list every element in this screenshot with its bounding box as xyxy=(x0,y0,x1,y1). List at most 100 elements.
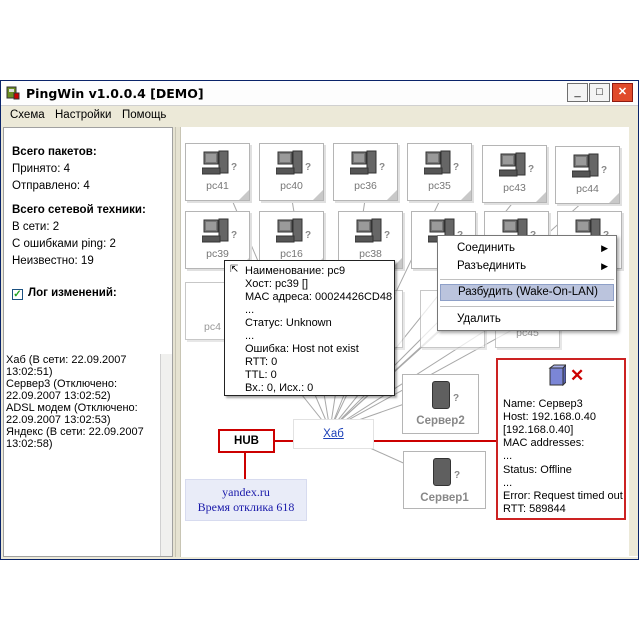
submenu-arrow-icon: ▶ xyxy=(601,243,608,253)
devices-errors: С ошибками ping: 2 xyxy=(12,238,116,250)
node-label: Сервер2 xyxy=(416,415,465,427)
computer-icon xyxy=(355,218,382,243)
packets-heading: Всего пакетов: xyxy=(12,146,97,158)
info-line: Status: Offline xyxy=(503,464,572,476)
unknown-status-icon: ? xyxy=(601,165,608,176)
log-heading: Лог изменений: xyxy=(28,287,117,299)
unknown-status-icon: ? xyxy=(453,162,460,173)
node-pc41[interactable]: ? pc41 xyxy=(185,143,250,201)
log-checkbox[interactable]: ✓ xyxy=(12,289,23,300)
log-entry: Яндекс (В сети: 22.09.2007 xyxy=(6,426,144,438)
tooltip-line: TTL: 0 xyxy=(245,369,277,381)
menu-item-disconnect[interactable]: Разъединить ▶ xyxy=(440,258,614,275)
unknown-status-icon: ? xyxy=(454,470,461,481)
minimize-button[interactable]: _ xyxy=(567,83,588,102)
node-pc43[interactable]: ? pc43 xyxy=(482,145,547,203)
computer-icon xyxy=(350,150,377,175)
computer-icon xyxy=(499,152,526,177)
maximize-button[interactable]: □ xyxy=(589,83,610,102)
close-button[interactable]: ✕ xyxy=(612,83,633,102)
server-offline-icon xyxy=(548,364,566,386)
window-title: PingWin v1.0.0.4 [DEMO] xyxy=(26,86,204,101)
computer-icon xyxy=(276,218,303,243)
menu-settings[interactable]: Настройки xyxy=(55,109,111,121)
info-line: Name: Сервер3 xyxy=(503,398,583,410)
resize-corner xyxy=(387,190,397,200)
menu-item-wake-on-lan[interactable]: Разбудить (Wake-On-LAN) xyxy=(440,284,614,301)
computer-icon xyxy=(202,218,229,243)
resize-corner xyxy=(536,192,546,202)
node-tooltip: ⇱ Наименование: pc9 Хост: pc39 [] MAC ад… xyxy=(224,260,395,396)
yandex-node[interactable]: yandex.ru Время отклика 618 xyxy=(185,479,307,521)
unknown-status-icon: ? xyxy=(231,230,238,241)
resize-corner xyxy=(609,193,619,203)
info-line: RTT: 589844 xyxy=(503,503,566,515)
log-entry: Сервер3 (Отключено: xyxy=(6,378,118,390)
menu-scheme[interactable]: Схема xyxy=(10,109,45,121)
server3-info-panel[interactable]: ✕ Name: Сервер3 Host: 192.168.0.40 [192.… xyxy=(496,358,626,520)
menu-item-label: Разбудить (Wake-On-LAN) xyxy=(458,286,598,298)
info-line: Error: Request timed out xyxy=(503,490,623,502)
menu-item-label: Удалить xyxy=(457,313,501,325)
resize-corner xyxy=(313,190,323,200)
log-entry: 22.09.2007 13:02:53) xyxy=(6,414,111,426)
hub-node-link[interactable]: Хаб xyxy=(293,419,374,449)
menu-item-delete[interactable]: Удалить xyxy=(440,311,614,328)
log-list[interactable]: Хаб (В сети: 22.09.2007 13:02:51) Сервер… xyxy=(4,354,160,450)
panel-splitter[interactable] xyxy=(173,127,181,557)
info-line: Host: 192.168.0.40 xyxy=(503,411,596,423)
node-server2[interactable]: ? Сервер2 xyxy=(402,374,479,434)
packets-sent: Отправлено: 4 xyxy=(12,180,90,192)
log-entry: 13:02:58) xyxy=(6,438,53,450)
context-menu: Соединить ▶ Разъединить ▶ Разбудить (Wak… xyxy=(437,235,617,331)
node-server1[interactable]: ? Сервер1 xyxy=(403,451,486,509)
server-icon xyxy=(433,458,451,486)
app-icon xyxy=(6,86,20,100)
tooltip-line: Ошибка: Host not exist xyxy=(245,343,359,355)
node-pc44[interactable]: ? pc44 xyxy=(555,146,620,204)
computer-icon xyxy=(572,153,599,178)
packets-received: Принято: 4 xyxy=(12,163,70,175)
menu-help[interactable]: Помощь xyxy=(122,109,166,121)
log-entry: ADSL модем (Отключено: xyxy=(6,402,138,414)
node-label: Сервер1 xyxy=(420,492,469,504)
menu-separator xyxy=(440,306,614,307)
tooltip-line: Наименование: pc9 xyxy=(245,265,346,277)
node-pc40[interactable]: ? pc40 xyxy=(259,143,324,201)
cursor-icon: ⇱ xyxy=(230,264,239,275)
info-line: MAC addresses: xyxy=(503,437,585,449)
unknown-status-icon: ? xyxy=(305,230,312,241)
devices-heading: Всего сетевой техники: xyxy=(12,204,146,216)
unknown-status-icon: ? xyxy=(453,393,460,404)
tooltip-line: MAC адреса: 00024426CD48 xyxy=(245,291,393,303)
menu-item-label: Соединить xyxy=(457,242,516,254)
resize-corner xyxy=(461,190,471,200)
menu-separator xyxy=(440,279,614,280)
tooltip-line: Статус: Unknown xyxy=(245,317,332,329)
node-pc35[interactable]: ? pc35 xyxy=(407,143,472,201)
canvas-scrollbar[interactable] xyxy=(629,126,638,556)
log-entry: 22.09.2007 13:02:52) xyxy=(6,390,111,402)
menu-item-connect[interactable]: Соединить ▶ xyxy=(440,240,614,257)
server-icon xyxy=(432,381,450,409)
unknown-status-icon: ? xyxy=(379,162,386,173)
computer-icon xyxy=(276,150,303,175)
log-scrollbar[interactable] xyxy=(160,354,172,556)
unknown-status-icon: ? xyxy=(384,230,391,241)
computer-icon xyxy=(202,150,229,175)
yandex-host: yandex.ru xyxy=(222,485,270,499)
node-pc36[interactable]: ? pc36 xyxy=(333,143,398,201)
tooltip-line: Вх.: 0, Исх.: 0 xyxy=(245,382,314,394)
tooltip-line: Хост: pc39 [] xyxy=(245,278,309,290)
unknown-status-icon: ? xyxy=(305,162,312,173)
unknown-status-icon: ? xyxy=(528,164,535,175)
title-bar[interactable]: PingWin v1.0.0.4 [DEMO] _ □ ✕ xyxy=(1,81,638,106)
computer-icon xyxy=(424,150,451,175)
hub-label[interactable]: HUB xyxy=(218,429,275,453)
tooltip-line: ... xyxy=(245,330,255,342)
info-line: ... xyxy=(503,477,513,489)
info-line: ... xyxy=(503,450,513,462)
log-entry: Хаб (В сети: 22.09.2007 xyxy=(6,354,127,366)
yandex-response-time: Время отклика 618 xyxy=(197,500,295,514)
devices-online: В сети: 2 xyxy=(12,221,60,233)
